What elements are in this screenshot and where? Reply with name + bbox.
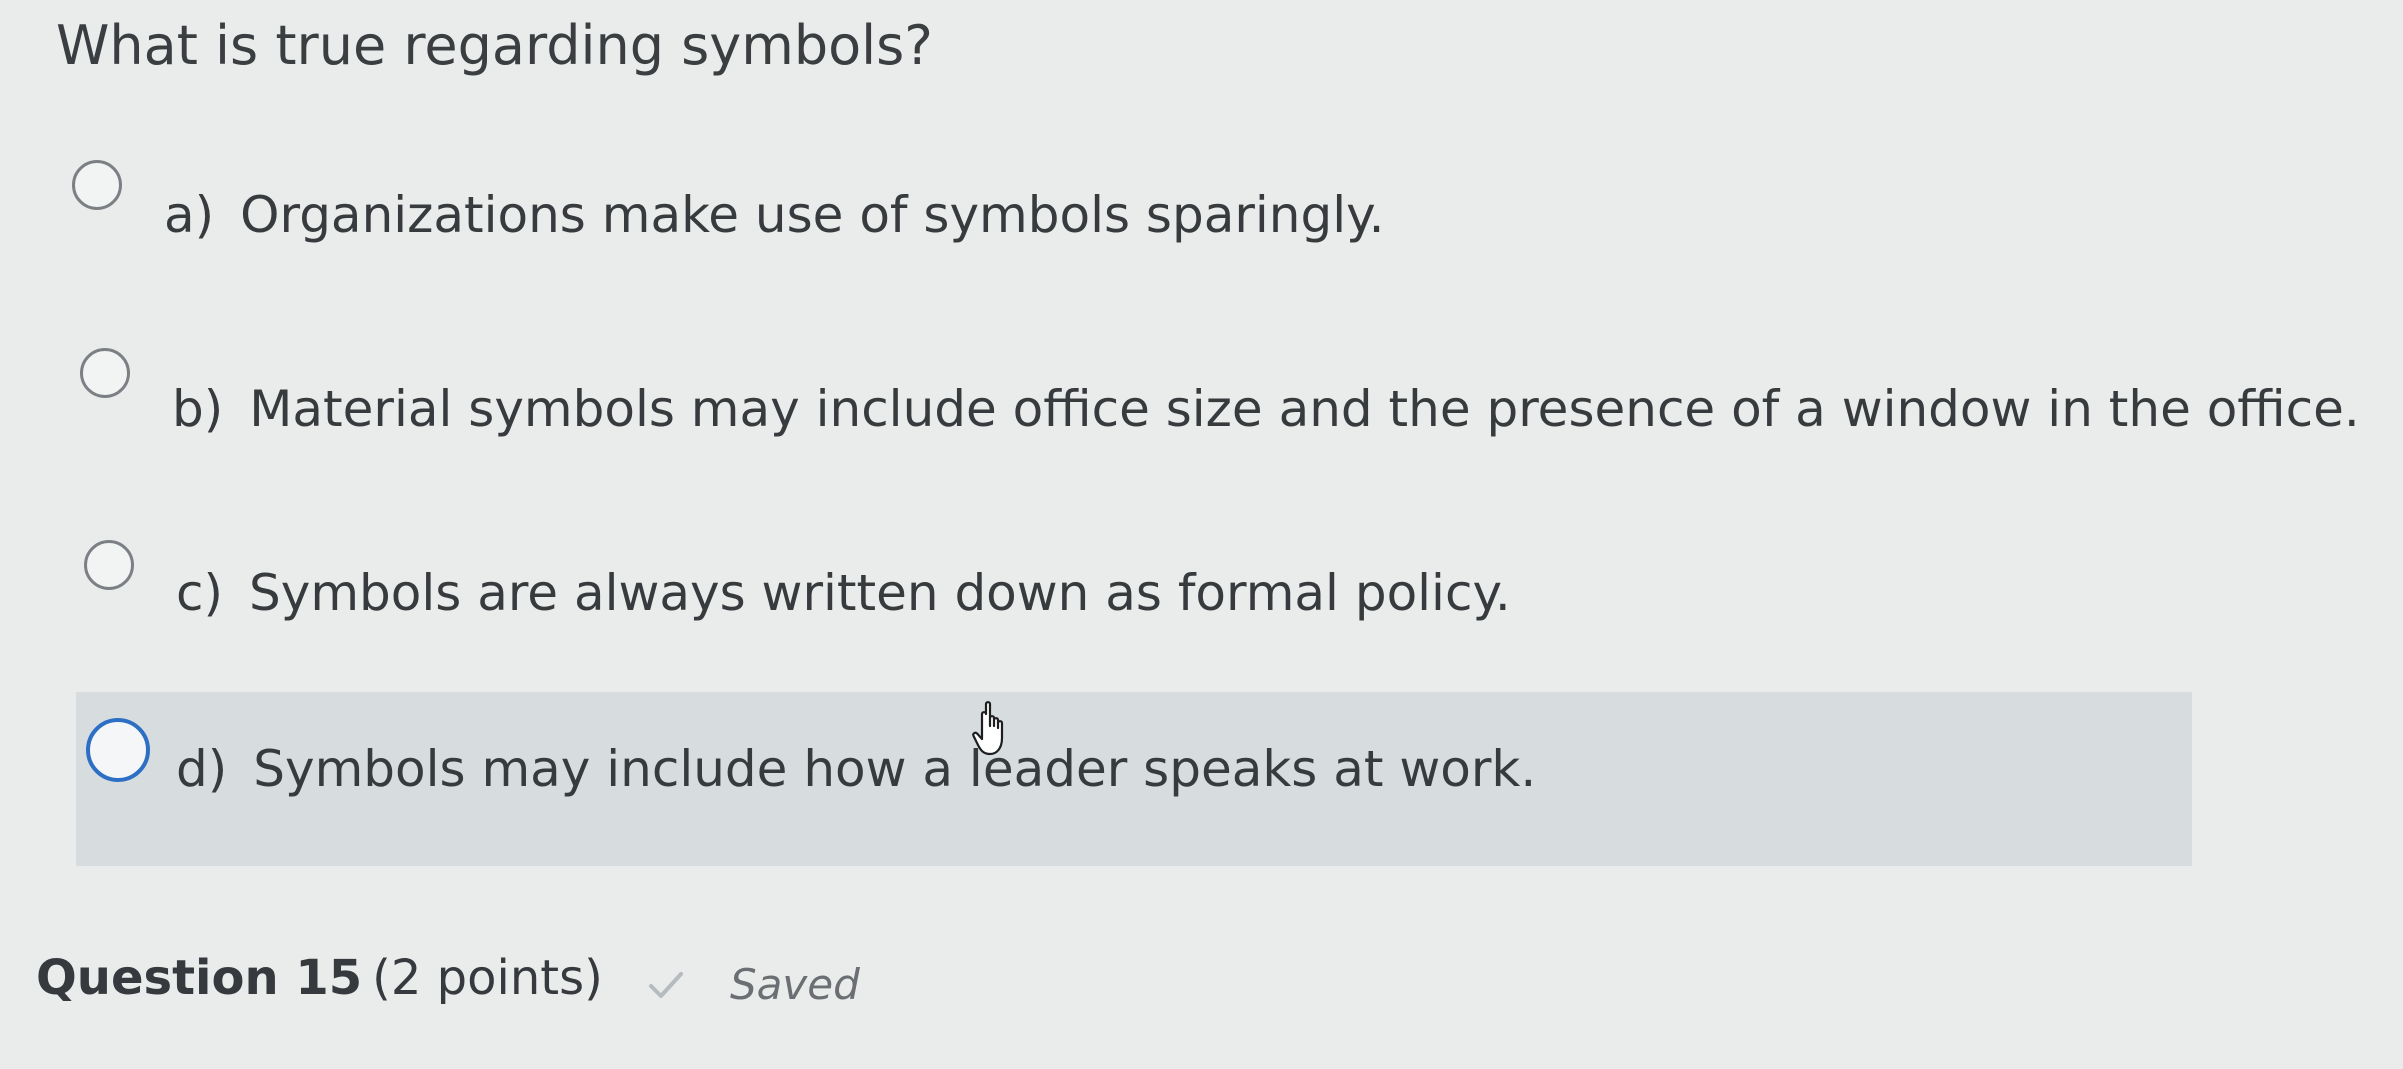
question-text: What is true regarding symbols? [56, 14, 933, 77]
choice-b[interactable]: b) Material symbols may include office si… [72, 336, 2360, 486]
question-points: (2 points) [372, 950, 603, 1006]
choice-a-letter: a) [164, 186, 215, 244]
choice-a-label: Organizations make use of symbols sparin… [240, 186, 1385, 244]
choice-d-label: Symbols may include how a leader speaks … [253, 740, 1537, 798]
choice-c-label: Symbols are always written down as forma… [249, 564, 1511, 622]
radio-c[interactable] [84, 540, 134, 590]
choice-a[interactable]: a) Organizations make use of symbols spar… [72, 150, 2192, 300]
choice-c-letter: c) [176, 564, 223, 622]
choice-c[interactable]: c) Symbols are always written down as for… [72, 526, 2192, 676]
radio-a[interactable] [72, 160, 122, 210]
saved-status: Saved [648, 960, 860, 1009]
choice-b-letter: b) [172, 380, 224, 438]
check-icon [649, 971, 683, 998]
hand-pointer-icon [972, 701, 1004, 756]
radio-b[interactable] [80, 348, 130, 398]
choice-b-label: Material symbols may include office size… [249, 380, 2360, 438]
choice-a-text: a) Organizations make use of symbols spar… [164, 186, 1384, 244]
choice-d-text: d) Symbols may include how a leader speak… [176, 740, 1536, 798]
question-number: Question 15 [36, 950, 363, 1006]
choice-b-text: b) Material symbols may include office si… [172, 380, 2360, 438]
saved-label: Saved [730, 960, 860, 1009]
question-footer: Question 15 (2 points) [36, 950, 603, 1006]
radio-d[interactable] [86, 718, 150, 782]
choice-d-letter: d) [176, 740, 228, 798]
choice-d[interactable]: d) Symbols may include how a leader speak… [76, 692, 2192, 866]
choice-c-text: c) Symbols are always written down as for… [176, 564, 1511, 622]
